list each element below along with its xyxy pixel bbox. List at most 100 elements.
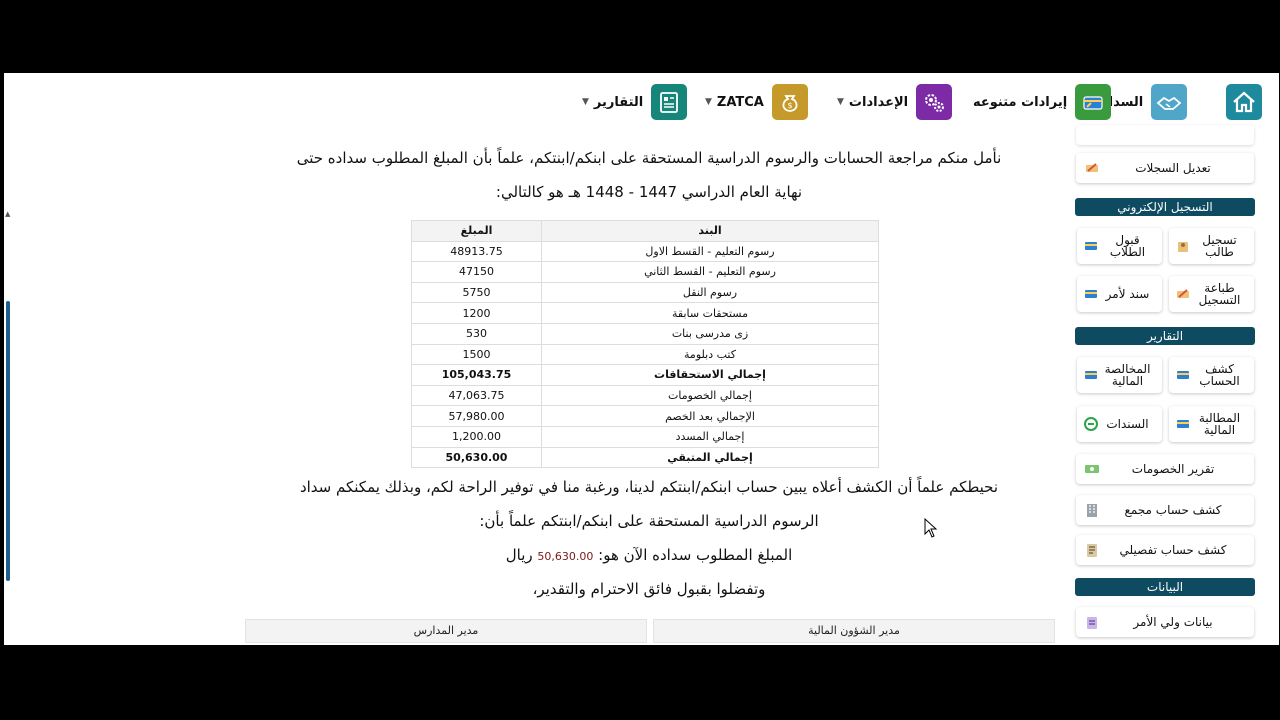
sidebar-item-detailed-statement[interactable]: كشف حساب تفصيلي [1076,535,1254,565]
amount-due-currency: ريال [505,546,533,564]
sidebar-item-label: طباعة التسجيل [1198,281,1241,307]
sidebar-section-data: البيانات [1075,578,1255,596]
svg-text:$: $ [787,101,792,110]
cell-item: رسوم التعليم - القسط الاول [541,240,879,263]
letter-intro-line-1: نأمل منكم مراجعة الحسابات والرسوم الدراس… [296,149,1002,167]
table-row: رسوم التعليم - القسط الاول 48913.75 [411,240,879,263]
handshake-icon [1151,84,1188,120]
table-row-total-remaining: إجمالي المتبقي 50,630.00 [411,446,879,469]
cell-item: كتب دبلومة [541,343,879,366]
card-icon [1083,367,1099,383]
sidebar-item-label: بيانات ولي الأمر [1133,615,1213,629]
sidebar-item-edit-records[interactable]: تعديل السجلات [1076,153,1254,183]
amount-due-prefix: المبلغ المطلوب سداده الآن هو: [598,546,793,564]
scrollbar-thumb[interactable] [6,301,10,581]
cell-item: إجمالي الاستحقاقات [541,364,879,386]
student-icon [1175,238,1191,254]
sidebar-item-account-statement[interactable]: كشف الحساب [1169,357,1254,393]
cell-amount: 5750 [411,281,542,304]
building-icon [1084,502,1100,518]
cell-amount: 57,980.00 [411,405,542,427]
cash-icon [1084,461,1100,477]
cell-item: رسوم التعليم - القسط الثاني [541,261,879,283]
nav-misc-revenue[interactable]: إيرادات متنوعه [973,83,1112,121]
table-row: الإجمالي بعد الخصم 57,980.00 [411,405,879,427]
nav-settings-label: الإعدادات [848,94,909,110]
nav-settings[interactable]: الإعدادات ▼ [837,83,953,121]
sidebar-item-receipt-voucher[interactable]: سند لأمر [1077,276,1162,312]
cell-amount: 1,200.00 [411,425,542,448]
sidebar-item-label: تعديل السجلات [1135,161,1211,175]
cell-amount: 48913.75 [411,240,542,263]
cell-amount: 105,043.75 [411,364,542,386]
sidebar-item-guardian-data[interactable]: بيانات ولي الأمر [1076,607,1254,637]
document-icon [1084,542,1100,558]
nav-payment[interactable]: السداد [1102,83,1188,121]
cell-item: رسوم النقل [541,281,879,304]
sidebar-item-partial[interactable] [1076,125,1254,145]
nav-reports-label: التقارير [593,94,644,110]
cell-item: الإجمالي بعد الخصم [541,405,879,427]
signature-schools-director: مدير المدارس [245,619,647,643]
sidebar-item-accept-students[interactable]: قبول الطلاب [1077,228,1162,264]
sidebar-item-financial-claim[interactable]: المطالبة المالية [1169,406,1254,442]
cell-item: مستحقات سابقة [541,302,879,324]
chevron-down-icon: ▼ [705,97,712,107]
cell-amount: 50,630.00 [411,446,542,469]
refresh-icon [1083,416,1099,432]
sidebar-item-financial-clearance[interactable]: المخالصة المالية [1077,357,1162,393]
nav-home[interactable] [1226,83,1262,121]
money-bag-icon: $ [771,84,808,120]
sidebar-item-label: المطالبة المالية [1198,411,1241,437]
sidebar-item-discounts-report[interactable]: تقرير الخصومات [1076,454,1254,484]
sidebar-item-label: كشف حساب مجمع [1124,503,1222,517]
sidebar-item-label: تقرير الخصومات [1131,462,1215,476]
home-icon [1226,84,1262,120]
edit-icon [1084,160,1100,176]
table-row: رسوم التعليم - القسط الثاني 47150 [411,261,879,283]
nav-zatca-label: ZATCA [716,94,764,110]
letter-notice-line-1: نحيطكم علماً أن الكشف أعلاه يبين حساب اب… [299,478,999,496]
table-row: مستحقات سابقة 1200 [411,302,879,324]
card-icon [1075,84,1112,120]
letter-notice-line-2: الرسوم الدراسية المستحقة على ابنكم/ابنتك… [479,512,819,530]
table-row: زى مدرسى بنات 530 [411,322,879,345]
letter-intro-line-2: نهاية العام الدراسي 1447 - 1448 هـ هو كا… [495,183,803,201]
sidebar-item-label: السندات [1106,417,1149,431]
sidebar-item-label: المخالصة المالية [1104,362,1151,388]
cell-item: زى مدرسى بنات [541,322,879,345]
clipboard-icon [1084,614,1100,630]
sidebar-section-e-registration: التسجيل الإلكتروني [1075,198,1255,216]
app-window: السداد إيرادات متنوعه الإعدادات ▼ $ ZATC… [4,73,1279,645]
nav-zatca[interactable]: $ ZATCA ▼ [705,83,808,121]
cell-item: إجمالي المسدد [541,425,879,448]
sidebar-item-label: تسجيل طالب [1202,233,1237,259]
chevron-down-icon: ▼ [582,97,589,107]
card-icon [1083,286,1099,302]
sidebar-item-print-registration[interactable]: طباعة التسجيل [1169,276,1254,312]
cell-amount: 1200 [411,302,542,324]
card-icon [1083,238,1099,254]
mouse-cursor-icon [924,518,938,538]
page-scrollbar[interactable]: ▲ [4,141,12,645]
sidebar-menu: تعديل السجلات التسجيل الإلكتروني تسجيل ط… [1074,125,1258,645]
nav-misc-revenue-label: إيرادات متنوعه [973,94,1068,110]
signature-finance-manager: مدير الشؤون المالية [653,619,1055,643]
card-icon [1175,416,1191,432]
sidebar-item-register-student[interactable]: تسجيل طالب [1169,228,1254,264]
cell-amount: 47,063.75 [411,384,542,407]
sidebar-item-label: قبول الطلاب [1109,233,1146,259]
scroll-up-arrow-icon[interactable]: ▲ [5,211,10,218]
cell-item: إجمالي الخصومات [541,384,879,407]
letter-closing: وتفضلوا بقبول فائق الاحترام والتقدير، [532,580,766,598]
edit-icon [1175,286,1191,302]
sidebar-item-label: سند لأمر [1105,287,1150,301]
sidebar-item-label: كشف حساب تفصيلي [1119,543,1227,557]
table-row-total-dues: إجمالي الاستحقاقات 105,043.75 [411,364,879,386]
sidebar-item-vouchers[interactable]: السندات [1077,406,1162,442]
nav-reports[interactable]: التقارير ▼ [582,83,688,121]
sidebar-item-aggregate-statement[interactable]: كشف حساب مجمع [1076,495,1254,525]
card-icon [1175,367,1191,383]
column-header-amount: المبلغ [411,220,542,242]
top-navigation: السداد إيرادات متنوعه الإعدادات ▼ $ ZATC… [4,73,1279,131]
